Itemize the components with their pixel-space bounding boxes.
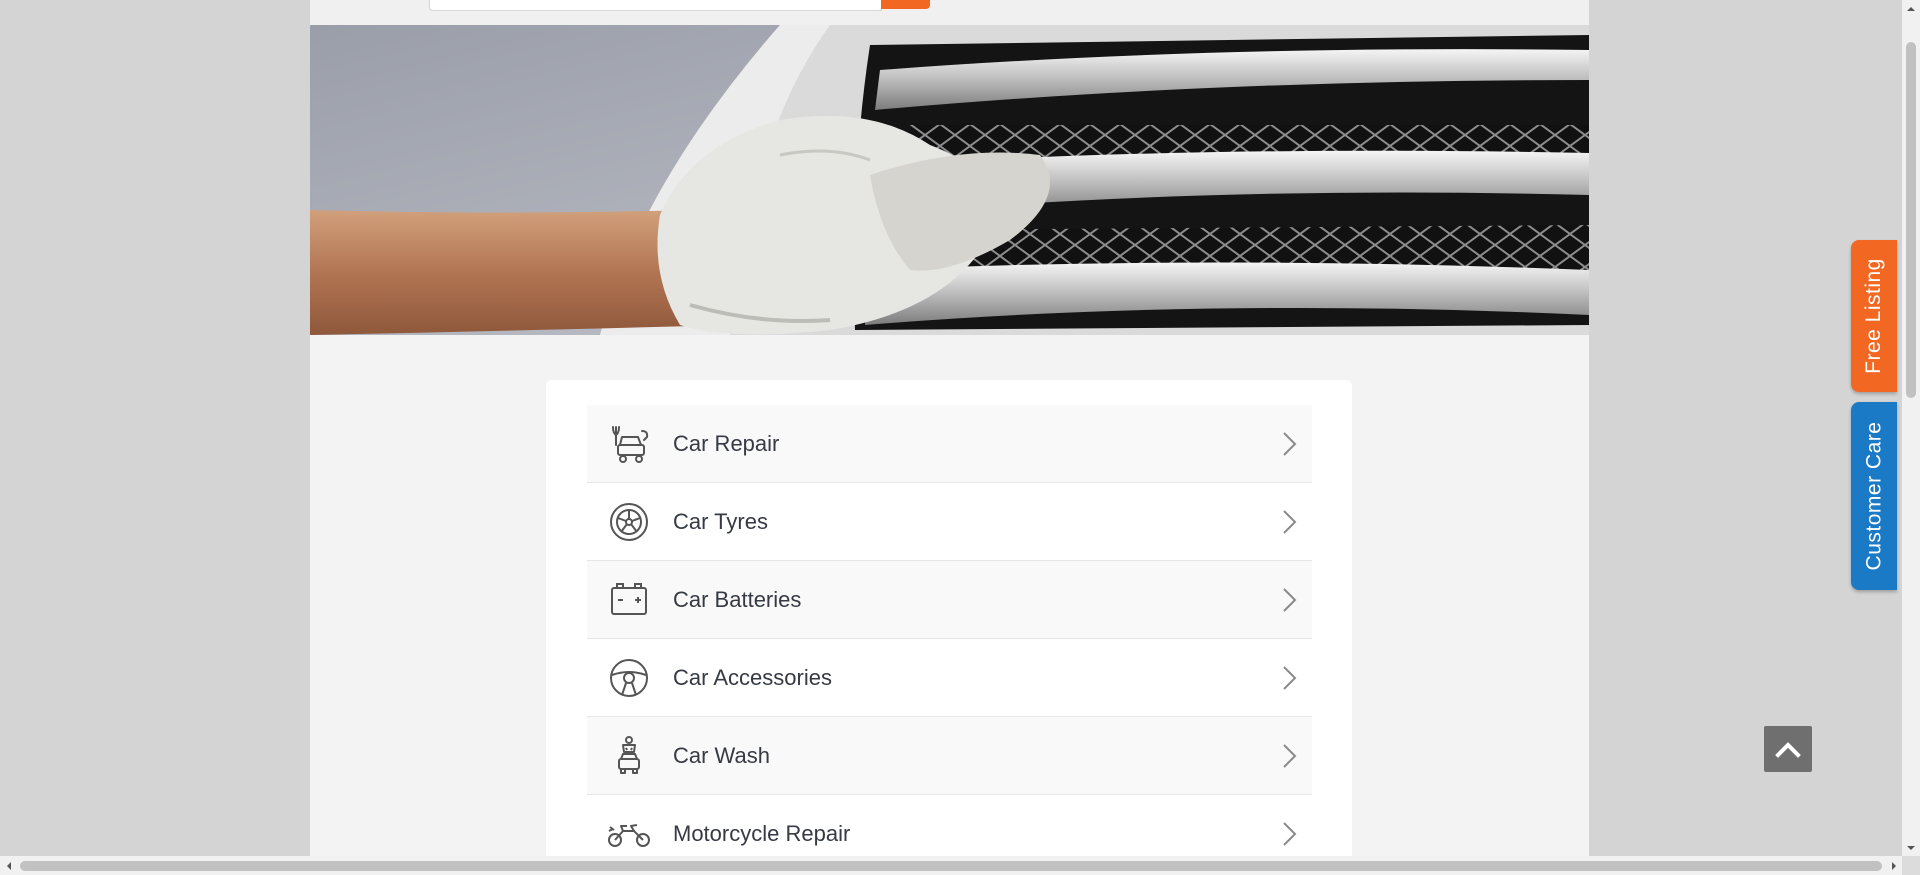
category-motorcycle-repair[interactable]: Motorcycle Repair bbox=[587, 795, 1312, 856]
category-car-accessories[interactable]: Car Accessories bbox=[587, 639, 1312, 717]
horizontal-scroll-thumb[interactable] bbox=[20, 861, 1882, 871]
car-repair-icon bbox=[607, 422, 651, 466]
horizontal-scrollbar[interactable] bbox=[0, 856, 1902, 875]
customer-care-label: Customer Care bbox=[1862, 421, 1886, 571]
category-label: Car Accessories bbox=[673, 664, 832, 690]
tyre-icon bbox=[607, 500, 651, 544]
page-container: Car Repair Car Tyres Car Batteries Car A… bbox=[310, 0, 1589, 856]
category-label: Car Repair bbox=[673, 430, 780, 456]
header-strip bbox=[310, 0, 1589, 25]
scroll-down-arrow-icon[interactable] bbox=[1902, 839, 1920, 856]
chevron-right-icon bbox=[1283, 665, 1297, 690]
search-input[interactable] bbox=[429, 0, 882, 11]
category-label: Motorcycle Repair bbox=[673, 820, 851, 846]
hero-banner bbox=[310, 25, 1589, 335]
free-listing-label: Free Listing bbox=[1862, 258, 1885, 374]
category-list: Car Repair Car Tyres Car Batteries Car A… bbox=[587, 405, 1312, 856]
car-wash-icon bbox=[607, 734, 651, 778]
category-label: Car Batteries bbox=[673, 586, 802, 612]
chevron-right-icon bbox=[1283, 743, 1297, 768]
chevron-right-icon bbox=[1283, 821, 1297, 846]
battery-icon bbox=[607, 578, 651, 622]
scroll-right-arrow-icon[interactable] bbox=[1885, 856, 1902, 875]
category-car-repair[interactable]: Car Repair bbox=[587, 405, 1312, 483]
category-label: Car Wash bbox=[673, 742, 770, 768]
scroll-up-arrow-icon[interactable] bbox=[1902, 0, 1920, 17]
search-button[interactable] bbox=[881, 0, 930, 9]
chevron-right-icon bbox=[1283, 509, 1297, 534]
scroll-left-arrow-icon[interactable] bbox=[0, 856, 17, 875]
customer-care-tab[interactable]: Customer Care bbox=[1851, 402, 1897, 590]
steering-wheel-icon bbox=[607, 656, 651, 700]
vertical-scrollbar[interactable] bbox=[1902, 0, 1920, 856]
vertical-scroll-thumb[interactable] bbox=[1906, 42, 1916, 398]
viewport: Car Repair Car Tyres Car Batteries Car A… bbox=[0, 0, 1902, 856]
category-car-wash[interactable]: Car Wash bbox=[587, 717, 1312, 795]
motorcycle-icon bbox=[607, 812, 651, 856]
scroll-to-top-button[interactable] bbox=[1764, 726, 1812, 772]
chevron-right-icon bbox=[1283, 587, 1297, 612]
car-care-banner-image bbox=[310, 25, 1589, 335]
scrollbar-corner bbox=[1902, 856, 1920, 875]
chevron-up-icon bbox=[1775, 742, 1801, 758]
free-listing-tab[interactable]: Free Listing bbox=[1851, 240, 1897, 392]
category-car-batteries[interactable]: Car Batteries bbox=[587, 561, 1312, 639]
chevron-right-icon bbox=[1283, 431, 1297, 456]
category-card: Car Repair Car Tyres Car Batteries Car A… bbox=[546, 380, 1352, 856]
category-car-tyres[interactable]: Car Tyres bbox=[587, 483, 1312, 561]
category-label: Car Tyres bbox=[673, 508, 768, 534]
